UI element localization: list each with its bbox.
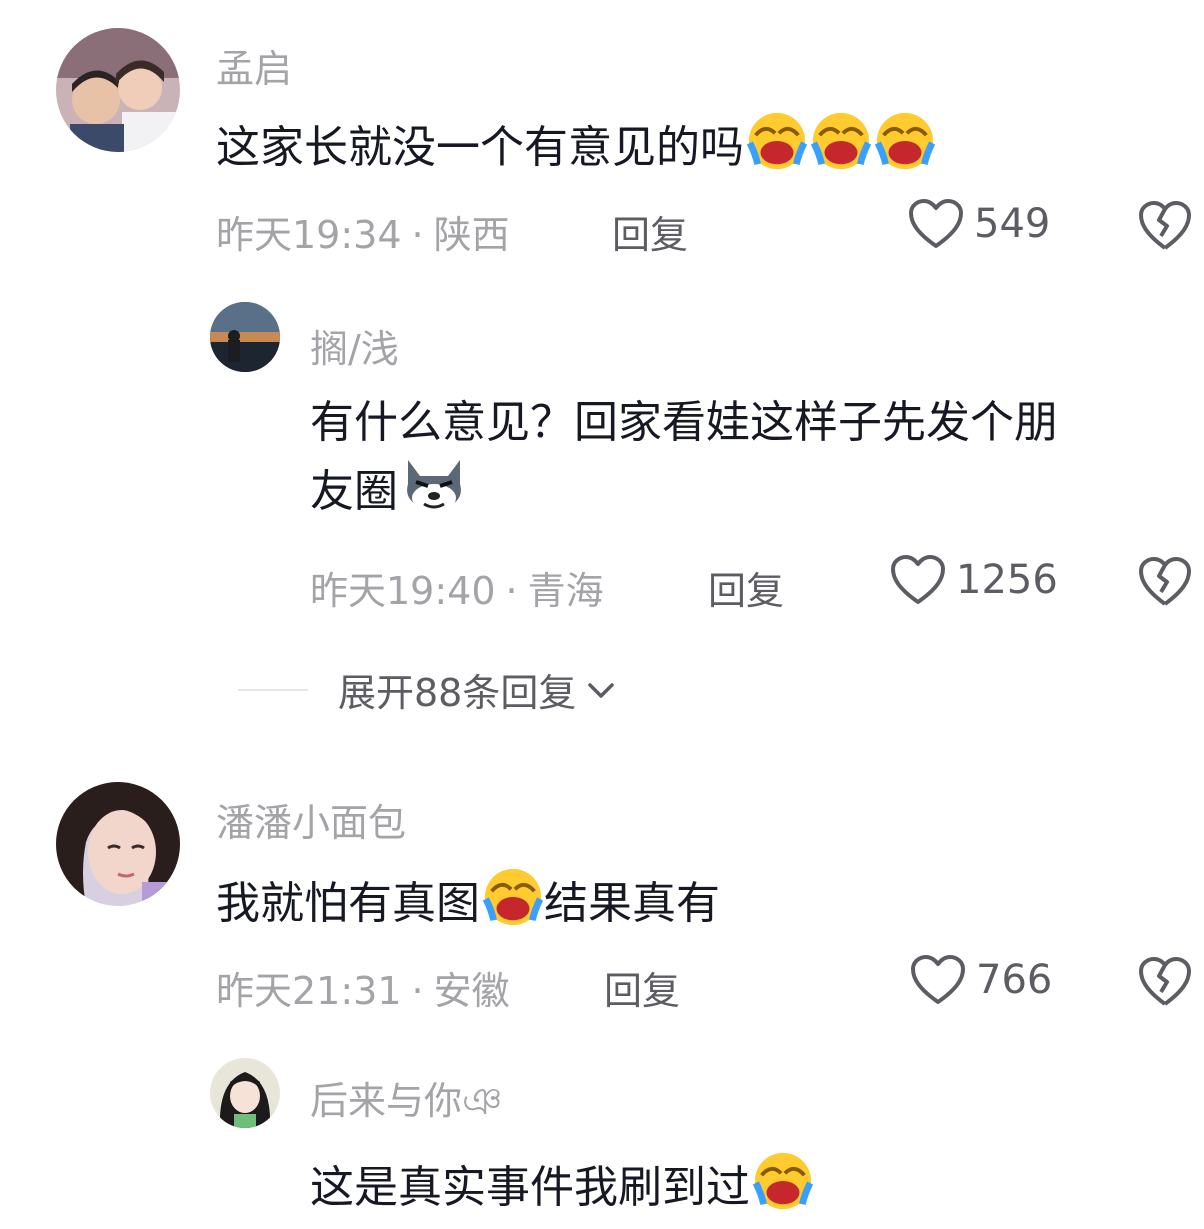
timestamp: 昨天21:31 [216,969,402,1013]
broken-heart-icon [1139,201,1191,250]
timestamp: 昨天19:34 [216,213,402,257]
location: 陕西 [433,213,510,257]
separator: · [411,213,424,257]
timestamp: 昨天19:40 [310,569,496,613]
laugh-cry-emoji [482,866,544,928]
expand-replies-label: 展开88条回复 [338,671,577,715]
like-button[interactable]: 766 [910,954,1052,1006]
laugh-cry-emoji [746,110,808,172]
like-button[interactable]: 1256 [890,554,1058,606]
comment-meta: 昨天19:34 · 陕西 [216,204,510,259]
broken-heart-icon [1139,557,1191,606]
like-count: 1256 [956,557,1058,603]
dislike-button[interactable] [1138,956,1192,1008]
separator: · [411,969,424,1013]
dislike-button[interactable] [1138,200,1192,252]
reply-button[interactable]: 回复 [604,960,680,1015]
like-count: 766 [976,957,1053,1003]
like-button[interactable]: 549 [908,198,1050,250]
comment-text: 这家长就没一个有意见的吗 [216,110,936,179]
separator: · [505,569,518,613]
heart-icon [909,199,963,248]
chevron-down-icon [588,682,615,698]
reply-button[interactable]: 回复 [708,560,784,615]
broken-heart-icon [1139,957,1191,1006]
laugh-cry-emoji [810,110,872,172]
divider [238,688,308,691]
heart-icon [911,955,965,1004]
avatar[interactable] [56,782,180,906]
username[interactable]: 孟启 [216,38,292,93]
laugh-cry-emoji [752,1150,814,1212]
heart-icon [891,555,945,604]
avatar[interactable] [210,302,280,372]
username[interactable]: 搁/浅 [310,318,399,373]
laugh-cry-emoji [874,110,936,172]
comment-text: 有什么意见？回家看娃这样子先发个朋 友圈 [310,397,1058,517]
dislike-button[interactable] [1138,556,1192,608]
location: 安徽 [433,969,510,1013]
avatar[interactable] [56,28,180,152]
location: 青海 [527,569,604,613]
username[interactable]: 后来与你ঞ [310,1070,502,1136]
like-count: 549 [974,201,1051,247]
comment-meta: 昨天19:40 · 青海 [310,560,604,615]
username[interactable]: 潘潘小面包 [216,792,406,847]
comment-text: 我就怕有真图 结果真有 [216,866,720,935]
husky-emoji [400,454,468,516]
comment-meta: 昨天21:31 · 安徽 [216,960,510,1015]
reply-button[interactable]: 回复 [612,204,688,259]
avatar[interactable] [210,1058,280,1128]
comment-text: 这是真实事件我刷到过 [310,1150,814,1219]
expand-replies-button[interactable]: 展开88条回复 [238,662,618,717]
